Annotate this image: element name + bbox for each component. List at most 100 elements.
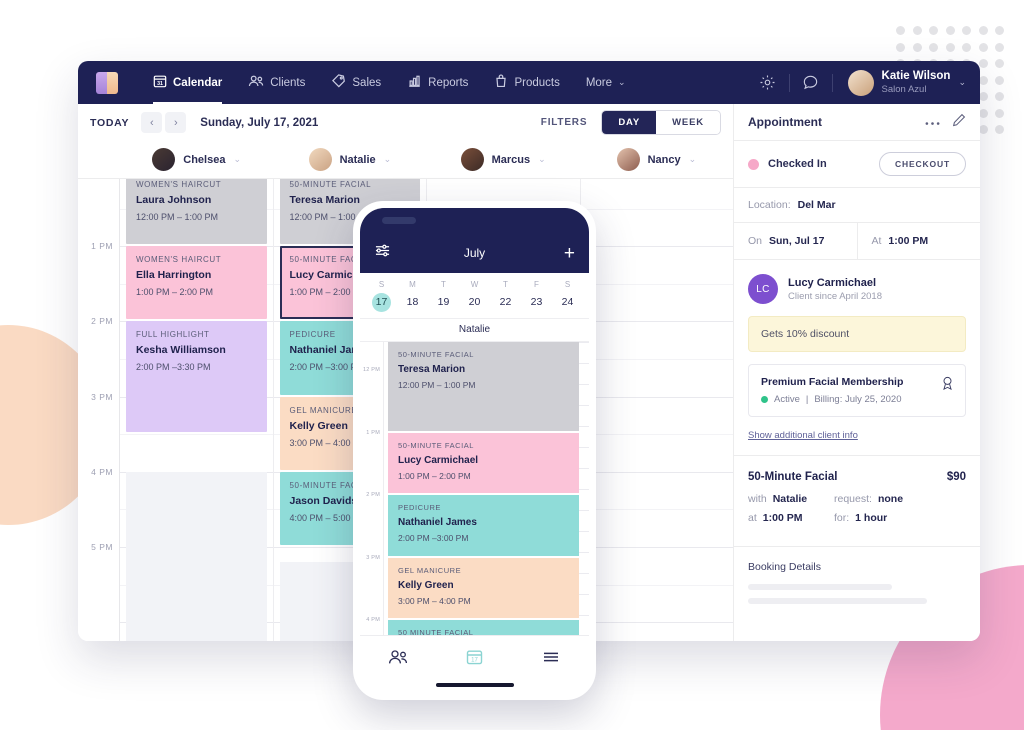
checkout-button[interactable]: CHECKOUT [879,152,966,176]
nav-item-calendar[interactable]: 31 Calendar [140,61,235,104]
plus-icon[interactable]: + [564,244,575,263]
at-label: At [871,235,882,247]
view-option-day[interactable]: DAY [602,111,657,134]
dot [978,26,988,35]
dot [912,26,922,35]
sliders-icon[interactable] [374,243,391,263]
appointment-date[interactable]: On Sun, Jul 17 [734,223,858,259]
pencil-icon[interactable] [952,113,966,132]
phone-appointment-block[interactable]: PEDICURE Nathaniel James 2:00 PM –3:00 PM [388,495,579,556]
with-value: Natalie [772,493,808,505]
filters-button[interactable]: FILTERS [541,117,588,128]
grid-line [579,510,589,511]
dot [995,75,1005,85]
nav-item-reports[interactable]: Reports [394,61,481,104]
appointment-time: 1:00 PM – 2:00 PM [398,470,471,481]
blocked-time [126,471,267,641]
phone-tab-menu[interactable] [513,650,589,664]
for-value: 1 hour [855,512,888,524]
nav-item-products[interactable]: Products [481,61,572,104]
appointment-service: 50-MINUTE FACIAL [398,440,474,450]
phone-day-17[interactable]: S 17 [366,280,397,312]
bag-icon [494,74,508,91]
nav-label: Sales [352,76,382,89]
booking-details-label: Booking Details [748,561,821,573]
placeholder-line [748,598,927,604]
phone-calendar[interactable]: 12 PM 1 PM 2 PM 3 PM 4 PM 50-MINUTE FACIAL Te… [360,342,589,635]
today-button[interactable]: TODAY [90,117,129,129]
chevron-down-icon: ⌄ [958,77,966,87]
calendar-column-nancy[interactable] [580,179,733,641]
phone-day-22[interactable]: T 22 [490,280,521,312]
phone-appointment-block[interactable]: 50 MINUTE FACIALJason Davidson4:00 PM – … [388,620,579,635]
nav-item-clients[interactable]: Clients [235,61,318,104]
phone-day-23[interactable]: F 23 [521,280,552,312]
dot [962,26,972,35]
phone-day-20[interactable]: W 20 [459,280,490,312]
staff-column-chelsea[interactable]: Chelsea ⌄ [120,141,273,178]
service-meta: with Natalie request: none at 1:00 PM fo… [734,483,980,546]
meevo-logo[interactable] [96,71,118,94]
service-at-value: 1:00 PM [762,512,803,524]
phone-day-19[interactable]: T 19 [428,280,459,312]
phone-appointment-block[interactable]: 50-MINUTE FACIAL Lucy Carmichael 1:00 PM –… [388,432,579,494]
gear-icon[interactable] [752,61,784,104]
avatar [616,148,640,171]
prev-day-button[interactable]: ‹ [141,112,163,133]
location-value: Del Mar [797,199,836,211]
phone-day-18[interactable]: M 18 [397,280,428,312]
dot [978,125,988,135]
service-header: 50-Minute Facial $90 [734,455,980,483]
service-price: $90 [946,471,966,483]
client-avatar-initials: LC [748,274,778,304]
next-day-button[interactable]: › [165,112,187,133]
service-name: 50-Minute Facial [748,471,838,483]
appointment-block[interactable]: FULL HIGHLIGHT Kesha Williamson 2:00 PM –3… [126,321,267,433]
current-date-label: Sunday, July 17, 2021 [200,116,319,129]
dot [995,26,1005,35]
time-gutter: 12 PM1 PM2 PM3 PM4 PM5 PM [78,179,120,641]
appointment-time[interactable]: At 1:00 PM [858,223,981,259]
dot [978,75,988,85]
phone-month-title: July [463,246,486,260]
dot [945,42,955,52]
grid-line [579,531,589,532]
staff-column-marcus[interactable]: Marcus ⌄ [427,141,580,178]
grid-line [579,384,589,385]
staff-name: Nancy [647,153,681,166]
nav-item-sales[interactable]: Sales [318,61,394,104]
chat-bubble-icon[interactable] [795,61,827,104]
svg-text:31: 31 [157,81,163,87]
for-label: for: [834,512,850,524]
phone-appointment-block[interactable]: 50-MINUTE FACIAL Teresa Marion 12:00 PM – … [388,342,579,431]
view-option-week[interactable]: WEEK [656,111,720,134]
client-summary[interactable]: LC Lucy Carmichael Client since April 20… [734,260,980,304]
staff-column-natalie[interactable]: Natalie ⌄ [273,141,426,178]
staff-column-nancy[interactable]: Nancy ⌄ [580,141,733,178]
nav-label: Reports [428,76,469,89]
nav-item-more[interactable]: More ⌄ [573,61,639,104]
user-menu[interactable]: Katie Wilson Salon Azul ⌄ [847,69,966,96]
separator: | [805,394,809,405]
appointment-time: 3:00 PM – 4:00 PM [398,595,471,606]
phone-tab-clients[interactable] [360,649,436,665]
panel-title: Appointment [748,115,822,129]
membership-card[interactable]: Premium Facial Membership Active | Billi… [748,364,966,417]
appointment-block[interactable]: WOMEN'S HAIRCUT Ella Harrington 1:00 PM – … [126,246,267,320]
show-additional-client-info-link[interactable]: Show additional client info [748,430,858,441]
phone-tab-calendar[interactable]: 17 [436,648,512,666]
nav-label: More [585,76,613,89]
appointment-client: Lucy Carmichael [398,454,479,466]
dot [929,26,939,35]
appointment-service: GEL MANICURE [398,565,462,575]
phone-day-24[interactable]: S 24 [552,280,583,312]
ellipsis-icon[interactable] [925,113,940,131]
grid-line [579,615,589,616]
phone-week-strip[interactable]: S 17 M 18 T 19 W 20 T 22 F 23 S 24 [360,273,589,318]
dot [929,42,939,52]
hour-label: 2 PM [366,492,380,499]
dot [995,59,1005,69]
calendar-column-chelsea[interactable]: WOMEN'S HAIRCUT Laura Johnson 12:00 PM – 1… [120,179,274,641]
appointment-block[interactable]: WOMEN'S HAIRCUT Laura Johnson 12:00 PM – 1… [126,179,267,245]
phone-appointment-block[interactable]: GEL MANICURE Kelly Green 3:00 PM – 4:00 PM [388,557,579,619]
